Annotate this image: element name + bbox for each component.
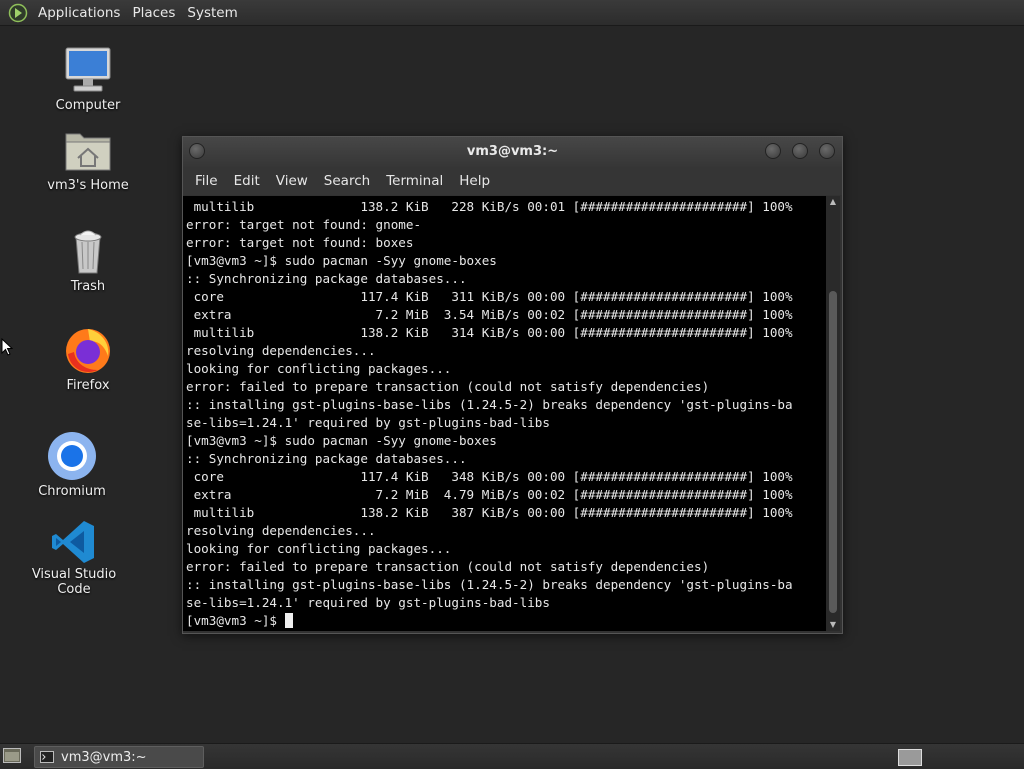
terminal-prompt: [vm3@vm3 ~]$ — [186, 613, 285, 628]
close-button[interactable] — [819, 143, 835, 159]
trash-icon — [74, 230, 102, 274]
menu-terminal[interactable]: Terminal — [378, 173, 451, 189]
workspace-switcher[interactable] — [898, 749, 922, 766]
menu-view[interactable]: View — [268, 173, 316, 189]
firefox-icon — [66, 329, 110, 373]
desktop-icon-vscode[interactable]: Visual Studio Code — [19, 519, 129, 597]
taskbar-window-button[interactable]: vm3@vm3:~ — [34, 746, 204, 768]
top-panel: Applications Places System — [0, 0, 1024, 26]
scrollbar-thumb[interactable] — [829, 291, 837, 613]
menu-edit[interactable]: Edit — [226, 173, 268, 189]
applications-menu[interactable]: Applications — [32, 5, 126, 21]
terminal-output: multilib 138.2 KiB 228 KiB/s 00:01 [####… — [186, 199, 793, 610]
terminal-output-area[interactable]: multilib 138.2 KiB 228 KiB/s 00:01 [####… — [183, 196, 826, 631]
terminal-window[interactable]: vm3@vm3:~ File Edit View Search Terminal… — [182, 136, 843, 634]
desktop-icon-label: Visual Studio Code — [31, 567, 117, 597]
scroll-up-arrow-icon[interactable]: ▲ — [826, 196, 840, 208]
desktop-icon-firefox[interactable]: Firefox — [33, 324, 143, 393]
terminal-scrollbar[interactable]: ▲ ▼ — [826, 196, 840, 631]
maximize-button[interactable] — [792, 143, 808, 159]
terminal-menubar: File Edit View Search Terminal Help — [183, 167, 842, 195]
scroll-down-arrow-icon[interactable]: ▼ — [826, 619, 840, 631]
desktop-icon-label: Computer — [55, 98, 121, 113]
desktop-icon-label: Trash — [70, 279, 106, 294]
chromium-icon — [48, 432, 96, 480]
taskbar-window-label: vm3@vm3:~ — [61, 749, 147, 765]
mouse-pointer-icon — [1, 338, 13, 356]
menu-help[interactable]: Help — [451, 173, 498, 189]
window-title: vm3@vm3:~ — [466, 144, 559, 159]
computer-icon — [65, 47, 111, 92]
desktop-icon-trash[interactable]: Trash — [33, 225, 143, 294]
system-menu[interactable]: System — [181, 5, 243, 21]
minimize-button[interactable] — [765, 143, 781, 159]
desktop-icon-label: Firefox — [66, 378, 110, 393]
show-desktop-icon[interactable] — [3, 748, 21, 763]
bottom-panel: vm3@vm3:~ — [0, 743, 1024, 769]
terminal-text: multilib 138.2 KiB 228 KiB/s 00:01 [####… — [183, 196, 826, 630]
terminal-small-icon — [40, 751, 54, 763]
desktop-icon-chromium[interactable]: Chromium — [17, 430, 127, 499]
text-cursor — [284, 613, 293, 628]
desktop-icon-computer[interactable]: Computer — [33, 44, 143, 113]
menu-file[interactable]: File — [187, 173, 226, 189]
main-menu-logo-icon[interactable] — [8, 3, 28, 23]
window-titlebar[interactable]: vm3@vm3:~ — [183, 137, 842, 167]
vscode-icon — [52, 521, 94, 563]
desktop-icon-home[interactable]: vm3's Home — [33, 126, 143, 193]
desktop-icon-label: vm3's Home — [47, 178, 129, 193]
window-menu-button[interactable] — [189, 143, 205, 159]
desktop-icon-label: Chromium — [38, 484, 106, 499]
menu-search[interactable]: Search — [316, 173, 378, 189]
places-menu[interactable]: Places — [126, 5, 181, 21]
home-folder-icon — [65, 133, 111, 171]
